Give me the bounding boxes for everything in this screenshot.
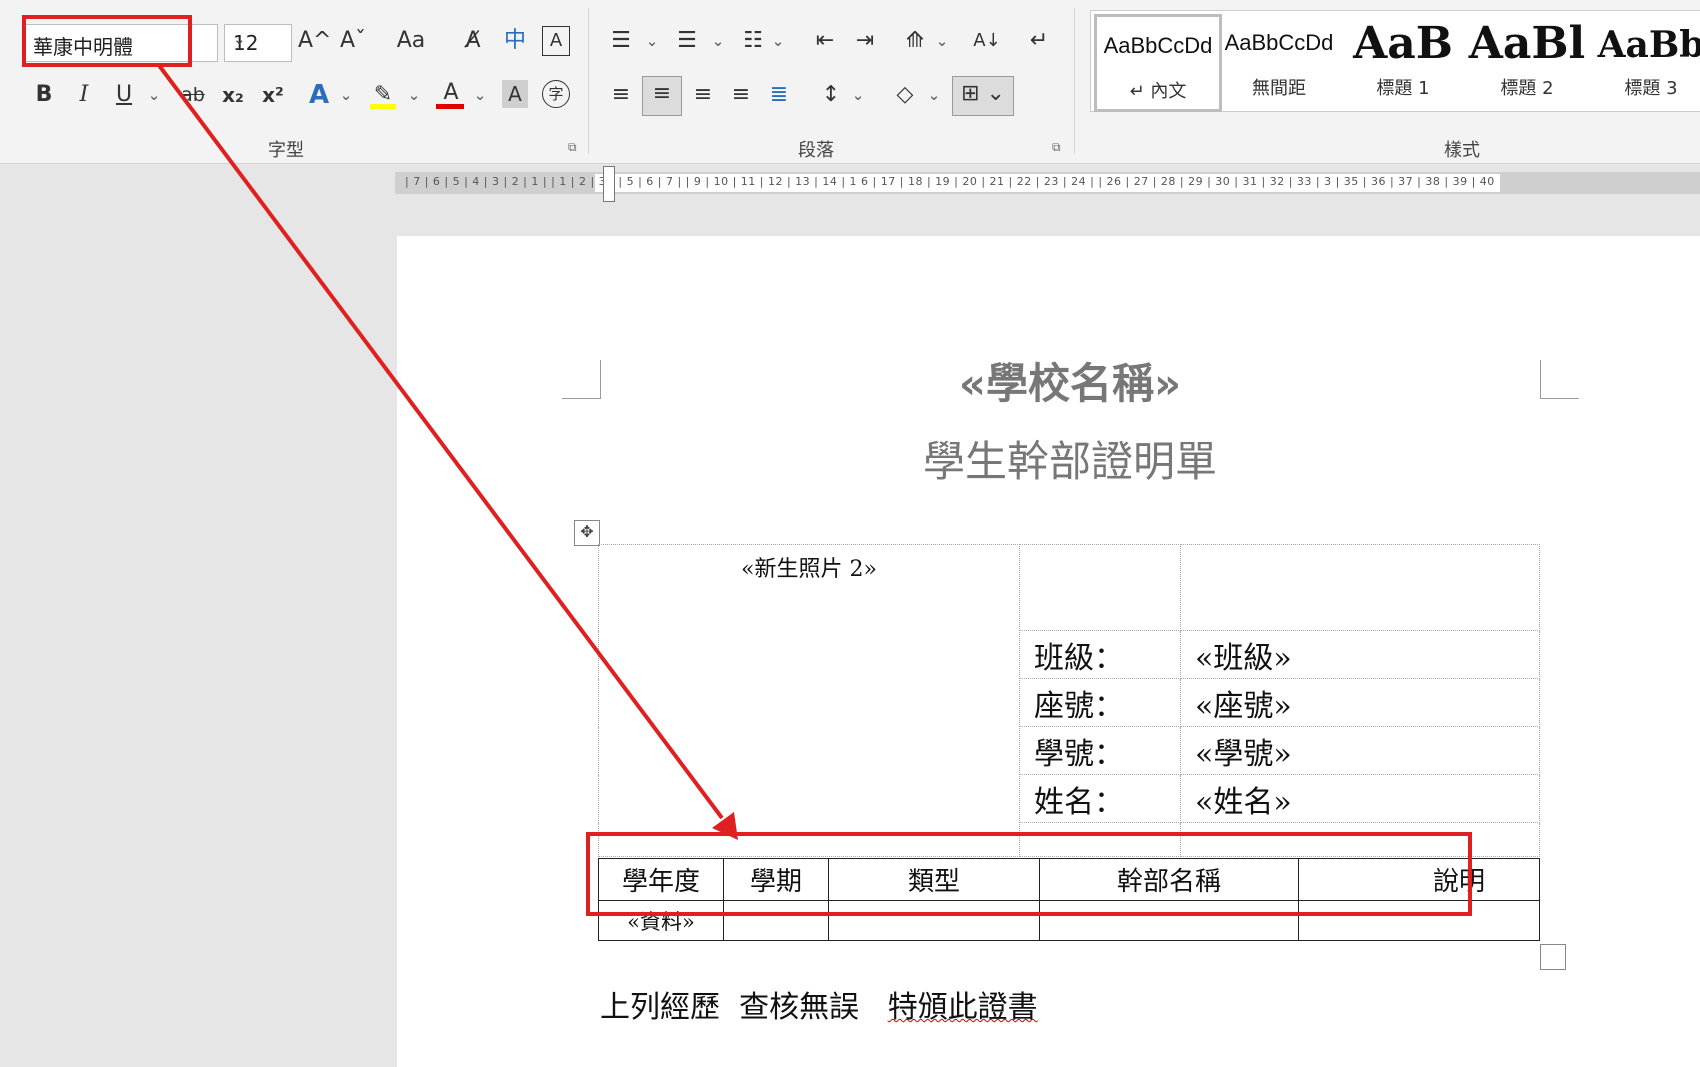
annotation-arrow xyxy=(156,62,738,840)
